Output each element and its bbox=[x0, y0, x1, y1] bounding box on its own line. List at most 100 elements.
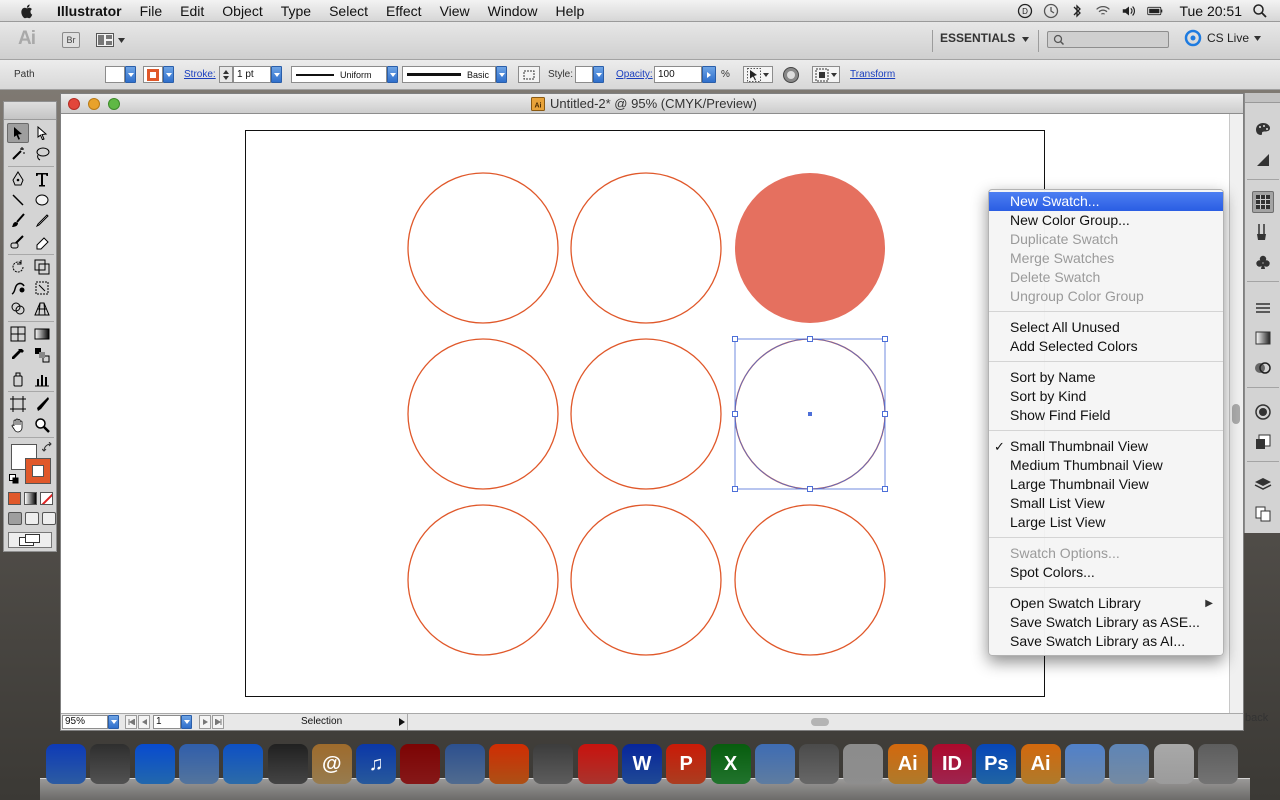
stroke-weight-stepper[interactable] bbox=[219, 66, 233, 83]
close-window-button[interactable] bbox=[68, 98, 80, 110]
wifi-icon[interactable] bbox=[1095, 3, 1111, 19]
recolor-icon-button[interactable] bbox=[780, 66, 802, 83]
horizontal-scroll-thumb[interactable] bbox=[811, 718, 829, 726]
menu-item-new-swatch[interactable]: New Swatch... bbox=[989, 192, 1223, 211]
minimize-window-button[interactable] bbox=[88, 98, 100, 110]
dock-app-preview[interactable] bbox=[754, 744, 795, 784]
dock-app-photoshop[interactable]: Ps bbox=[976, 744, 1017, 784]
opacity-field[interactable]: 100 bbox=[654, 66, 702, 83]
menu-help[interactable]: Help bbox=[546, 3, 593, 19]
dock-app-documents[interactable] bbox=[1153, 744, 1194, 784]
rotate-tool[interactable] bbox=[7, 257, 29, 277]
dock-app-chrome[interactable] bbox=[577, 744, 618, 784]
apple-icon[interactable] bbox=[18, 2, 36, 20]
artboard-number-field[interactable]: 1 bbox=[153, 715, 181, 729]
dock-app-address-book[interactable]: @ bbox=[311, 744, 352, 784]
menu-item-open-swatch-library[interactable]: Open Swatch Library ▶ bbox=[989, 594, 1223, 613]
menu-item-merge-swatches[interactable]: Merge Swatches bbox=[989, 249, 1223, 268]
battery-icon[interactable] bbox=[1147, 3, 1163, 19]
symbol-sprayer-tool[interactable] bbox=[7, 369, 29, 389]
gradient-button[interactable] bbox=[24, 492, 37, 505]
mesh-tool[interactable] bbox=[7, 324, 29, 344]
artboard-tool[interactable] bbox=[7, 394, 29, 414]
document-titlebar[interactable]: Ai Untitled-2* @ 95% (CMYK/Preview) bbox=[61, 94, 1243, 114]
menu-item-save-library-ase[interactable]: Save Swatch Library as ASE... bbox=[989, 613, 1223, 632]
dropbox-icon[interactable]: D bbox=[1017, 3, 1033, 19]
circle-r1c1[interactable] bbox=[407, 172, 559, 324]
volume-icon[interactable] bbox=[1121, 3, 1137, 19]
fill-color-control[interactable] bbox=[105, 66, 136, 83]
align-options-button[interactable] bbox=[812, 66, 840, 83]
dock-app-itunes[interactable]: ♫ bbox=[356, 744, 397, 784]
dock-app-safari[interactable] bbox=[223, 744, 264, 784]
warp-tool[interactable] bbox=[7, 278, 29, 298]
circle-r1c3-filled[interactable] bbox=[735, 173, 885, 323]
dock-app-downloads[interactable] bbox=[1109, 744, 1150, 784]
dock-app-trash[interactable] bbox=[1197, 744, 1238, 784]
menu-item-new-color-group[interactable]: New Color Group... bbox=[989, 211, 1223, 230]
chevron-down-icon[interactable] bbox=[496, 66, 507, 83]
brush-definition[interactable]: Basic bbox=[402, 66, 496, 83]
menu-item-swatch-options[interactable]: Swatch Options... bbox=[989, 544, 1223, 563]
status-tool-label[interactable]: Selection bbox=[301, 716, 342, 727]
menu-item-ungroup-color-group[interactable]: Ungroup Color Group bbox=[989, 287, 1223, 306]
stroke-options-button[interactable] bbox=[518, 66, 540, 83]
selection-handle[interactable] bbox=[882, 411, 888, 417]
blend-tool[interactable] bbox=[31, 345, 53, 365]
selection-handle[interactable] bbox=[732, 336, 738, 342]
ellipse-tool[interactable] bbox=[31, 190, 53, 210]
line-segment-tool[interactable] bbox=[7, 190, 29, 210]
arrange-documents-button[interactable] bbox=[96, 32, 130, 48]
menu-item-add-selected-colors[interactable]: Add Selected Colors bbox=[989, 337, 1223, 356]
menu-item-medium-thumbnail-view[interactable]: Medium Thumbnail View bbox=[989, 456, 1223, 475]
selection-handle[interactable] bbox=[732, 486, 738, 492]
stroke-color-control[interactable] bbox=[143, 66, 174, 83]
artboards-panel-button[interactable] bbox=[1252, 503, 1274, 525]
stroke-weight-control[interactable]: 1 pt bbox=[219, 66, 282, 83]
circle-r3c1[interactable] bbox=[407, 504, 559, 656]
menu-select[interactable]: Select bbox=[320, 3, 377, 19]
circle-r2c2[interactable] bbox=[570, 338, 722, 490]
menubar-clock[interactable]: Tue 20:51 bbox=[1179, 3, 1242, 19]
zoom-window-button[interactable] bbox=[108, 98, 120, 110]
dock-app-firefox[interactable] bbox=[489, 744, 529, 784]
selection-handle[interactable] bbox=[807, 486, 813, 492]
menu-item-save-library-ai[interactable]: Save Swatch Library as AI... bbox=[989, 632, 1223, 651]
circle-r3c3[interactable] bbox=[734, 504, 886, 656]
menu-item-select-all-unused[interactable]: Select All Unused bbox=[989, 318, 1223, 337]
menu-file[interactable]: File bbox=[131, 3, 172, 19]
menu-item-large-list-view[interactable]: Large List View bbox=[989, 513, 1223, 532]
perspective-grid-tool[interactable] bbox=[31, 299, 53, 319]
circle-r1c2[interactable] bbox=[570, 172, 722, 324]
appearance-panel-button[interactable] bbox=[1252, 401, 1274, 423]
paintbrush-tool[interactable] bbox=[7, 211, 29, 231]
recolor-artwork-button[interactable] bbox=[743, 66, 773, 83]
dock-app-solution-menu[interactable] bbox=[843, 744, 884, 784]
previous-artboard-button[interactable] bbox=[138, 715, 150, 729]
color-button[interactable] bbox=[8, 492, 21, 505]
lasso-tool[interactable] bbox=[31, 144, 53, 164]
zoom-dropdown-chevron-icon[interactable] bbox=[108, 715, 119, 729]
dock-app-finder[interactable] bbox=[46, 744, 86, 784]
panel-tab-fragment[interactable]: back bbox=[1245, 712, 1268, 724]
dock-app-photo-booth[interactable] bbox=[400, 744, 441, 784]
selection-handle[interactable] bbox=[882, 336, 888, 342]
draw-behind-button[interactable] bbox=[25, 512, 39, 525]
hand-tool[interactable] bbox=[7, 415, 29, 435]
dock-app-indesign[interactable]: ID bbox=[932, 744, 972, 784]
dock-app-word[interactable]: W bbox=[621, 744, 662, 784]
dock-app-facetime[interactable] bbox=[267, 744, 308, 784]
next-artboard-button[interactable] bbox=[199, 715, 211, 729]
brushes-panel-button[interactable] bbox=[1252, 221, 1274, 243]
menu-object[interactable]: Object bbox=[213, 3, 271, 19]
stroke-weight-field[interactable]: 1 pt bbox=[233, 66, 271, 83]
gradient-tool[interactable] bbox=[31, 324, 53, 344]
menu-effect[interactable]: Effect bbox=[377, 3, 431, 19]
color-guide-panel-button[interactable] bbox=[1252, 149, 1274, 171]
dock-app-launchpad[interactable] bbox=[90, 744, 131, 784]
dock-app-excel[interactable]: X bbox=[710, 744, 751, 784]
scale-tool[interactable] bbox=[31, 257, 53, 277]
menu-item-small-thumbnail-view[interactable]: Small Thumbnail View ✓ bbox=[989, 437, 1223, 456]
artboard-dropdown-chevron-icon[interactable] bbox=[181, 715, 192, 729]
menu-item-duplicate-swatch[interactable]: Duplicate Swatch bbox=[989, 230, 1223, 249]
